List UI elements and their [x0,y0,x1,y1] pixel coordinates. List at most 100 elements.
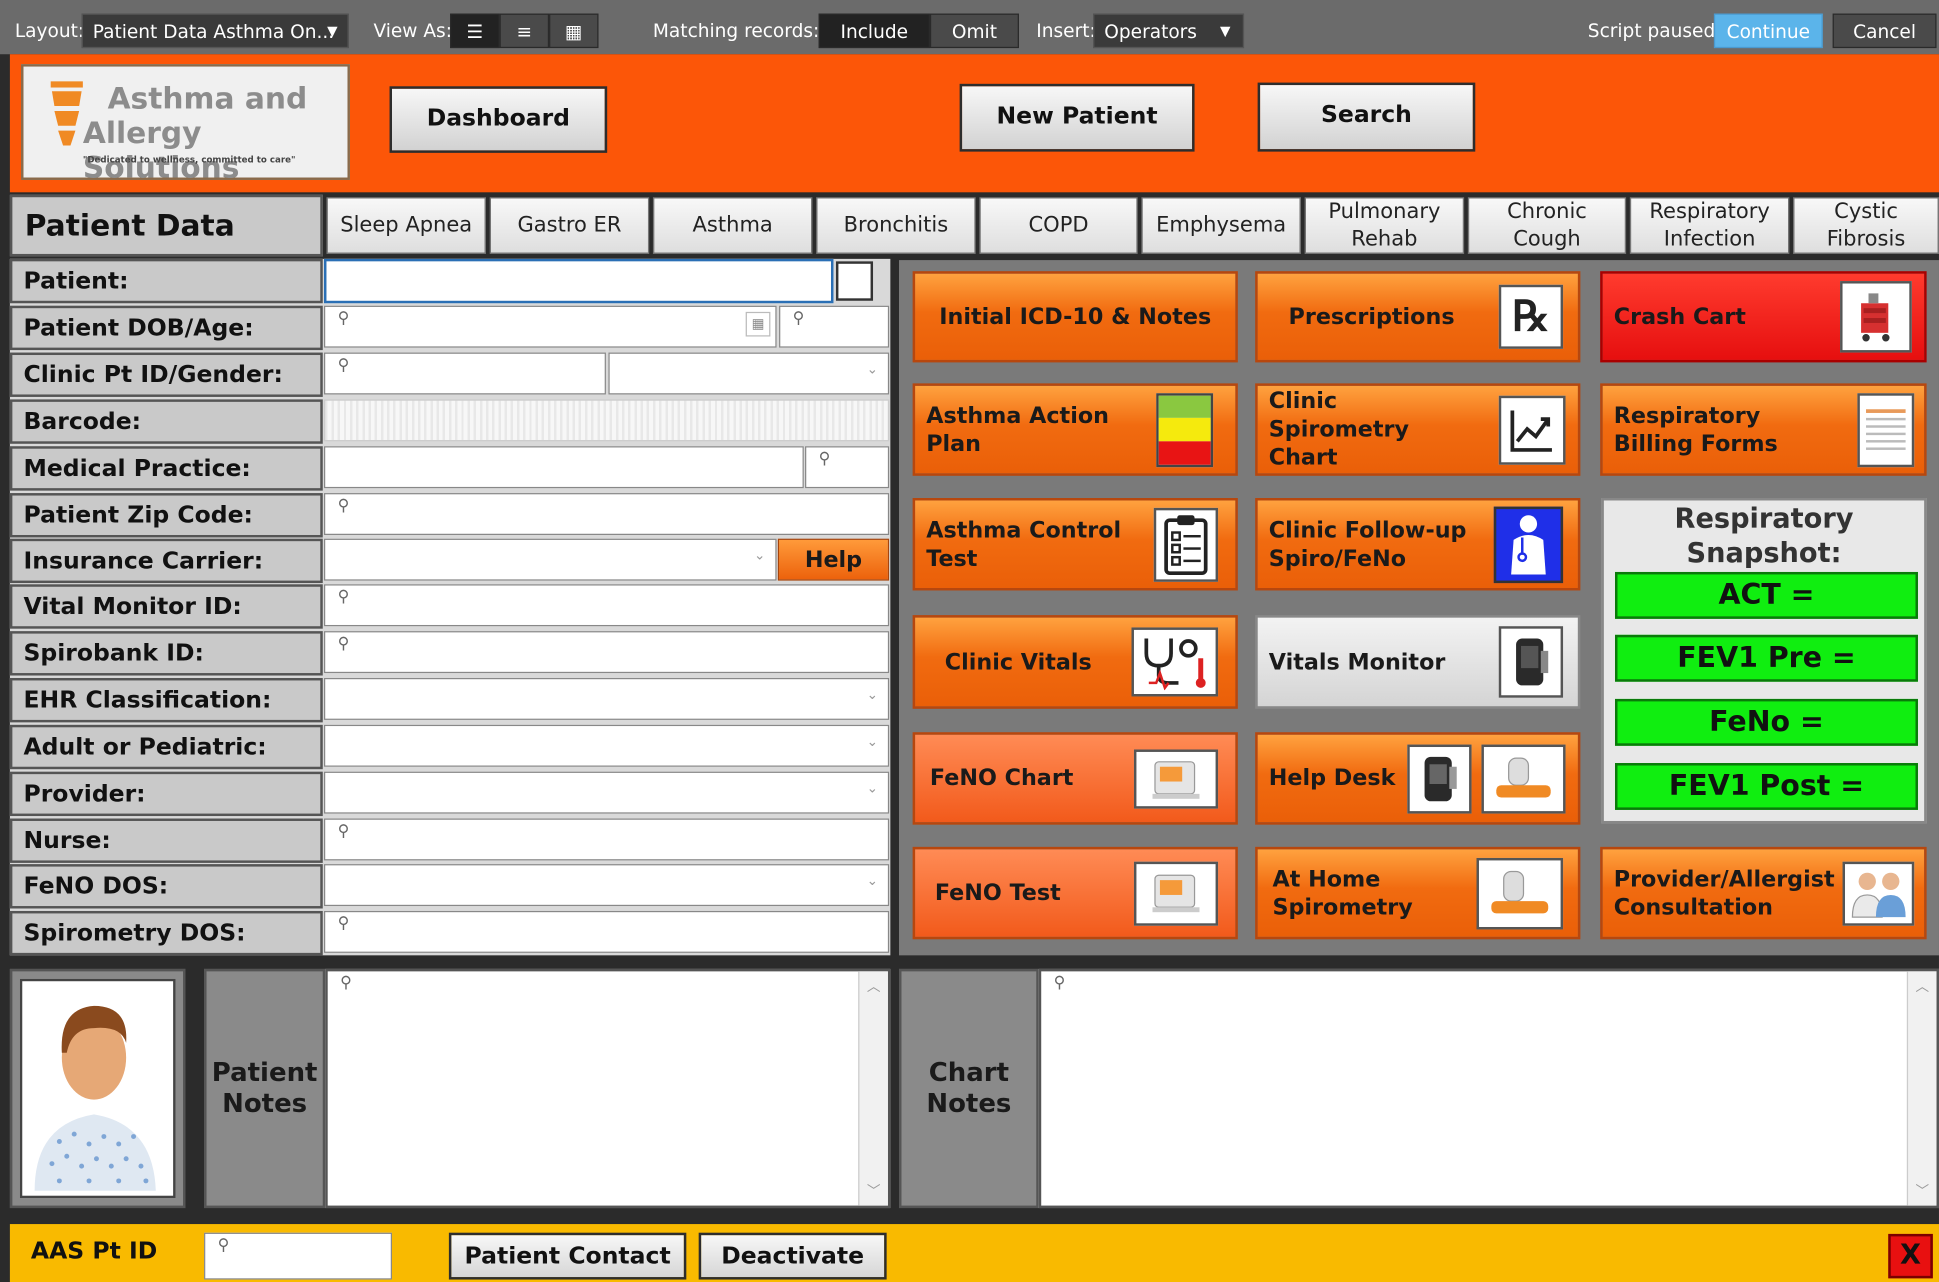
scroll-down-icon[interactable]: ﹀ [867,1181,881,1201]
chevron-down-icon: ▼ [1219,23,1231,40]
search-button[interactable]: Search [1257,82,1476,152]
search-icon: ⚲ [340,973,352,993]
tab-sleep-apnea[interactable]: Sleep Apnea [326,197,486,254]
tab-bronchitis[interactable]: Bronchitis [816,197,976,254]
provider-allergist-consultation-button[interactable]: Provider/Allergist Consultation [1600,846,1927,940]
tab-asthma[interactable]: Asthma [652,197,813,254]
asthma-action-plan-button[interactable]: Asthma Action Plan [912,383,1238,476]
insert-select[interactable]: Operators ▼ [1093,13,1245,49]
medical-practice-search[interactable]: ⚲ [805,446,890,489]
vital-monitor-field[interactable]: ⚲ [323,584,890,627]
view-form-icon[interactable]: ☰ [450,13,500,49]
clinic-spirometry-chart-label: Clinic Spirometry Chart [1268,388,1410,471]
tab-gastro-er[interactable]: Gastro ER [489,197,650,254]
rx-icon: ℞ [1498,284,1564,349]
new-patient-button[interactable]: New Patient [959,83,1195,152]
insurance-carrier-select[interactable]: ⌄ [323,538,777,581]
close-button[interactable]: X [1888,1233,1933,1279]
provider-select[interactable]: ⌄ [323,771,890,814]
spirobank-field[interactable]: ⚲ [323,631,890,674]
calendar-icon[interactable]: ▦ [745,311,771,337]
omit-button[interactable]: Omit [929,13,1019,49]
script-status: Script paused [1587,19,1716,42]
tab-emphysema[interactable]: Emphysema [1141,197,1301,254]
asthma-control-test-button[interactable]: Asthma Control Test [912,498,1238,591]
patient-label: Patient: [9,258,323,304]
initial-icd10-notes-button[interactable]: Initial ICD-10 & Notes [912,271,1238,363]
filemaker-toolbar: Layout: Patient Data Asthma On... ▼ View… [0,0,1939,55]
aas-pt-id-field[interactable]: ⚲ [204,1232,393,1280]
tab-cystic-fibrosis[interactable]: Cystic Fibrosis [1793,197,1939,254]
ehr-classification-select[interactable]: ⌄ [323,677,890,720]
patient-notes-label: Patient Notes [204,968,326,1209]
nurse-label: Nurse: [9,818,323,863]
respiratory-snapshot-panel: Respiratory Snapshot: ACT = FEV1 Pre = F… [1601,498,1927,824]
funnel-logo-icon [50,81,83,146]
age-field[interactable]: ⚲ [779,305,890,348]
crash-cart-button[interactable]: Crash Cart [1600,271,1927,363]
tab-pulmonary-rehab[interactable]: Pulmonary Rehab [1304,197,1465,254]
tab-respiratory-infection[interactable]: Respiratory Infection [1629,197,1790,254]
insurance-help-button[interactable]: Help [777,538,890,581]
feno-chart-button[interactable]: FeNO Chart [912,732,1238,825]
zip-code-field[interactable]: ⚲ [323,493,890,535]
scroll-down-icon[interactable]: ﹀ [1915,1181,1929,1201]
chevron-down-icon: ⌄ [754,547,766,564]
help-desk-label: Help Desk [1268,765,1396,792]
patient-checkbox[interactable] [835,261,874,301]
clipboard-checklist-icon [1153,507,1219,582]
gender-select[interactable]: ⌄ [608,352,890,395]
feno-badge: FeNo = [1614,698,1918,746]
dashboard-button[interactable]: Dashboard [389,86,608,153]
spirometry-dos-field[interactable]: ⚲ [323,910,890,953]
clinic-followup-spiro-feno-label: Clinic Follow-up Spiro/FeNo [1268,517,1467,572]
chart-notes-scrollbar[interactable]: ︿ ﹀ [1906,971,1937,1206]
search-icon: ⚲ [818,449,831,469]
help-desk-button[interactable]: Help Desk [1255,732,1581,825]
view-as-label: View As: [373,19,452,42]
adult-pediatric-select[interactable]: ⌄ [323,724,890,767]
patient-avatar[interactable] [19,978,176,1199]
search-icon: ⚲ [337,356,350,375]
provider-label: Provider: [9,771,323,817]
view-list-icon[interactable]: ≡ [499,13,550,49]
clinic-followup-spiro-feno-button[interactable]: Clinic Follow-up Spiro/FeNo [1255,498,1581,591]
view-table-icon[interactable]: ▦ [549,13,599,49]
clinic-pt-id-field[interactable]: ⚲ [323,352,606,395]
respiratory-billing-forms-button[interactable]: Respiratory Billing Forms [1600,383,1927,476]
patient-notes-scrollbar[interactable]: ︿ ﹀ [858,971,888,1206]
aas-pt-id-label: AAS Pt ID [30,1237,158,1265]
deactivate-button[interactable]: Deactivate [698,1232,887,1280]
layout-select[interactable]: Patient Data Asthma On... ▼ [81,13,349,49]
layout-label: Layout: [14,19,85,42]
include-button[interactable]: Include [818,13,930,49]
clinic-vitals-button[interactable]: Clinic Vitals [912,615,1238,709]
patient-contact-button[interactable]: Patient Contact [448,1232,687,1280]
vitals-monitor-button[interactable]: Vitals Monitor [1255,615,1581,709]
search-icon: ⚲ [337,822,350,841]
patient-name-field[interactable] [323,258,834,304]
zip-code-label: Patient Zip Code: [9,493,323,538]
feno-device-icon [1133,861,1219,926]
search-icon: ⚲ [337,587,350,607]
continue-button[interactable]: Continue [1713,13,1823,49]
clinic-spirometry-chart-button[interactable]: Clinic Spirometry Chart [1255,383,1581,476]
scroll-up-icon[interactable]: ︿ [1915,976,1929,996]
prescriptions-button[interactable]: Prescriptions ℞ [1255,271,1581,363]
tab-copd[interactable]: COPD [979,197,1138,254]
feno-test-button[interactable]: FeNO Test [912,846,1238,940]
at-home-spirometry-button[interactable]: At Home Spirometry [1255,846,1581,940]
nurse-field[interactable]: ⚲ [323,818,890,861]
feno-dos-select[interactable]: ⌄ [323,864,890,907]
billing-form-icon [1857,392,1915,467]
pulse-oximeter-icon [1407,743,1472,813]
scroll-up-icon[interactable]: ︿ [867,976,881,996]
initial-icd10-notes-label: Initial ICD-10 & Notes [939,303,1212,330]
patient-notes-field[interactable]: ⚲ ︿ ﹀ [325,968,891,1209]
tab-chronic-cough[interactable]: Chronic Cough [1467,197,1627,254]
chart-notes-field[interactable]: ⚲ ︿ ﹀ [1038,968,1939,1209]
medical-practice-field[interactable] [323,446,804,489]
cancel-button[interactable]: Cancel [1832,13,1937,49]
dob-field[interactable]: ⚲ ▦ [323,305,777,348]
clinic-vitals-label: Clinic Vitals [944,649,1092,675]
